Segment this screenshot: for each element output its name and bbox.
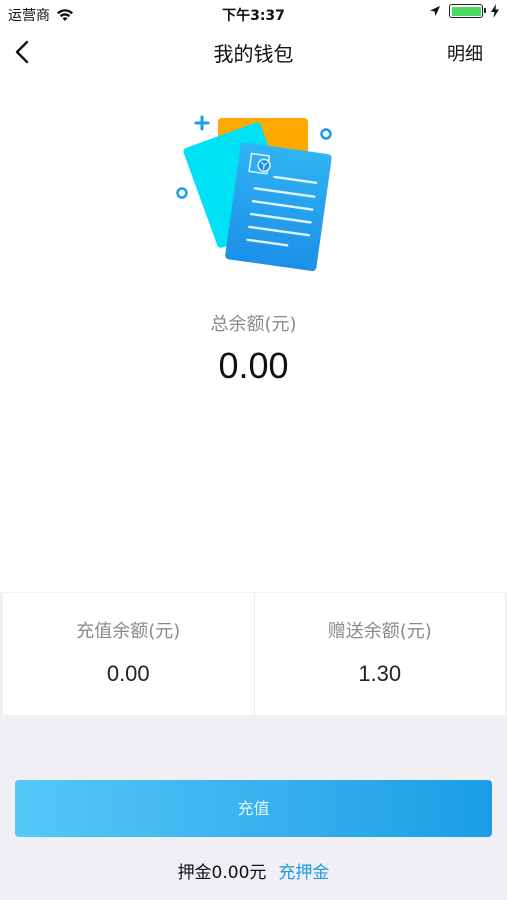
- total-balance-label: 总余额(元): [210, 314, 297, 335]
- recharge-balance-label: 充值余额(元): [76, 621, 181, 642]
- nav-bar: 我的钱包 明细: [0, 28, 507, 76]
- total-balance-value: 0.00: [218, 345, 289, 386]
- battery-icon: [449, 4, 486, 18]
- deposit-row: 押金0.00元 充押金: [0, 858, 507, 883]
- status-right: [429, 4, 499, 18]
- page-title: 我的钱包: [213, 42, 294, 66]
- status-bar: 运营商 下午3:37: [0, 0, 507, 28]
- deposit-amount: 押金0.00元: [177, 863, 267, 883]
- recharge-balance-value: 0.00: [106, 661, 150, 686]
- detail-button[interactable]: 明细: [447, 40, 483, 66]
- recharge-balance-cell: 充值余额(元) 0.00: [3, 593, 254, 715]
- charging-bolt-icon: [491, 4, 499, 18]
- deposit-recharge-link[interactable]: 充押金: [278, 863, 329, 883]
- balance-breakdown: 充值余额(元) 0.00 赠送余额(元) 1.30: [3, 593, 505, 715]
- recharge-button[interactable]: 充值: [15, 780, 492, 837]
- gift-balance-cell: 赠送余额(元) 1.30: [253, 593, 506, 715]
- wallet-illustration: [176, 115, 332, 272]
- gift-balance-value: 1.30: [358, 661, 402, 686]
- location-arrow-icon: [430, 6, 440, 16]
- gift-balance-label: 赠送余额(元): [327, 621, 432, 642]
